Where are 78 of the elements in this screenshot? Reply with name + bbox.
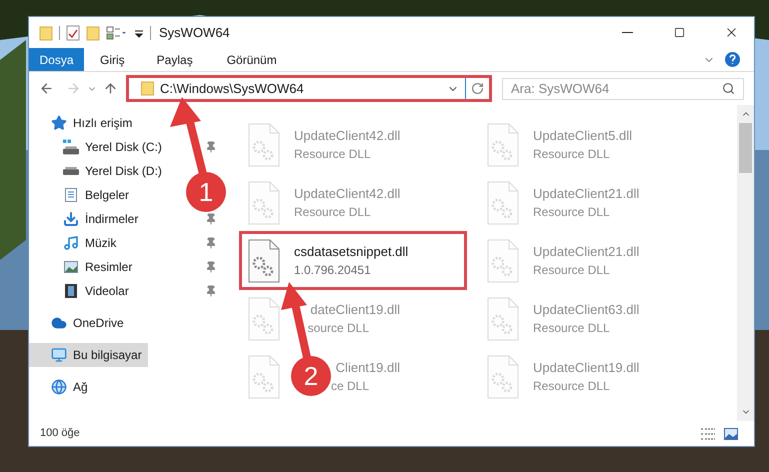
maximize-icon [674,27,684,38]
file-name: UpdateClient21.dll [533,242,640,260]
file-detail: Resource DLL [533,262,610,278]
network-icon [51,379,67,395]
folder-icon [39,24,53,40]
new-folder-icon [86,24,100,40]
gear-file-icon [248,354,280,398]
window-title: SysWOW64 [159,24,230,42]
file-name: UpdateClient19.dll [533,358,640,376]
drive-icon [63,139,79,155]
back-icon[interactable] [39,81,54,96]
drive-icon [63,167,79,175]
file-name: Client19.dll [336,358,400,376]
film-icon [63,283,79,299]
gear-file-icon [248,180,280,224]
file-name: UpdateClient63.dll [533,300,640,318]
picture-icon [63,259,79,275]
music-icon [63,235,79,251]
document-icon [63,187,79,203]
nav-item[interactable]: Yerel Disk (C:) [29,135,168,159]
nav-item[interactable]: İndirmeler [29,207,144,231]
ribbon-tab[interactable]: Giriş [84,48,141,71]
ribbon-tab[interactable]: Dosya [29,48,84,71]
nav-item[interactable]: Resimler [29,255,138,279]
search-input[interactable]: Ara: SysWOW64 [511,78,722,98]
ribbon-tab[interactable]: Görünüm [208,48,295,71]
file-name: UpdateClient21.dll [533,184,640,202]
scrollbar[interactable] [737,105,754,421]
file-detail: Resource DLL [533,204,610,220]
gear-file-icon [487,238,519,282]
file-name: UpdateClient42.dll [294,126,400,144]
file-detail: Resource DLL [294,146,371,162]
file-detail: Resource DLL [533,378,610,394]
gear-file-icon [248,296,280,340]
file-name: UpdateClient42.dll [294,184,400,202]
details-view-icon[interactable] [700,428,716,440]
nav-item[interactable]: Yerel Disk (D:) [29,159,168,183]
gear-file-icon [487,180,519,224]
minimize-icon [622,32,632,33]
file-detail: source DLL [308,320,369,336]
up-icon[interactable] [103,81,118,96]
properties-icon [66,24,80,40]
nav-item[interactable]: Ağ [29,375,94,399]
file-detail: Resource DLL [533,320,610,336]
nav-item[interactable]: Hızlı erişim [29,111,138,135]
file-detail: ce DLL [330,378,369,394]
ribbon-tab[interactable]: Paylaş [140,48,209,71]
nav-item[interactable]: Belgeler [29,183,136,207]
file-name: csdatasetsnippet.dll [294,242,408,260]
gear-file-icon [487,354,519,398]
scroll-thumb[interactable] [739,123,752,173]
file-name: dateClient19.dll [310,300,400,318]
gear-file-icon [487,296,519,340]
view-icon [106,24,128,40]
gear-file-icon [248,238,280,282]
address-bar[interactable]: C:\Windows\SysWOW64 [126,75,492,102]
thumbnail-view-icon[interactable] [724,428,738,440]
computer-icon [51,347,67,363]
nav-item[interactable]: OneDrive [29,311,130,335]
item-count: 100 öğe [40,426,81,442]
search-field[interactable]: Ara: SysWOW64 [502,78,744,100]
nav-item[interactable]: Müzik [29,231,122,255]
address-path: C:\Windows\SysWOW64 [160,80,305,98]
file-detail: Resource DLL [533,146,610,162]
refresh-icon[interactable] [471,82,484,95]
cloud-icon [51,315,67,331]
gear-file-icon [487,122,519,166]
nav-item[interactable]: Videolar [29,279,135,303]
file-detail: Resource DLL [294,204,371,220]
file-detail: 1.0.796.20451 [294,262,371,278]
gear-file-icon [248,122,280,166]
search-icon[interactable] [722,82,735,95]
folder-icon [141,81,154,96]
file-name: UpdateClient5.dll [533,126,632,144]
download-icon [63,211,79,227]
star-icon [51,115,67,131]
help-icon[interactable] [725,52,740,67]
nav-item[interactable]: Bu bilgisayar [29,343,148,367]
